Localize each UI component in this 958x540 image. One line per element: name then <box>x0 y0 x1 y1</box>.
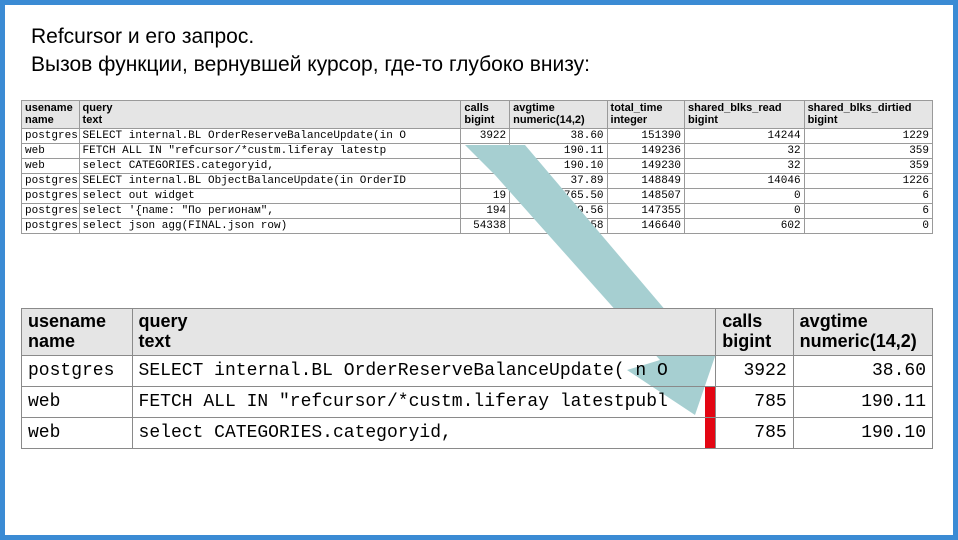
col-dirt: shared_blks_dirtiedbigint <box>804 100 932 128</box>
cell-read: 0 <box>685 203 805 218</box>
table-row: postgres SELECT internal.BL OrderReserve… <box>22 355 933 386</box>
heading-line-2: Вызов функции, вернувшей курсор, где-то … <box>31 53 590 76</box>
cell-usename: postgres <box>22 128 80 143</box>
cell-total: 146640 <box>607 218 684 233</box>
cell-dirt: 6 <box>804 188 932 203</box>
col-avgtime: avgtimenumeric(14,2) <box>793 308 932 355</box>
col-total: total_timeinteger <box>607 100 684 128</box>
cell-query: SELECT internal.BL OrderReserveBalanceUp… <box>79 128 461 143</box>
cell-query-text: select CATEGORIES.categoryid, <box>139 423 452 443</box>
table-row: web select CATEGORIES.categoryid, 785 19… <box>22 418 933 449</box>
cell-query: SELECT internal.BL ObjectBalanceUpdate(i… <box>79 173 461 188</box>
top-table-container: usenamename querytext callsbigint avgtim… <box>21 100 933 234</box>
cell-dirt: 1226 <box>804 173 932 188</box>
col-avgtime: avgtimenumeric(14,2) <box>510 100 607 128</box>
cell-usename: postgres <box>22 173 80 188</box>
table-row: web FETCH ALL IN "refcursor/*custm.lifer… <box>22 386 933 417</box>
cell-query: FETCH ALL IN "refcursor/*custm.liferay l… <box>79 143 461 158</box>
cell-calls: 785 <box>716 418 793 449</box>
cell-read: 32 <box>685 158 805 173</box>
cell-read: 14244 <box>685 128 805 143</box>
table-row: postgresSELECT internal.BL OrderReserveB… <box>22 128 933 143</box>
cell-read: 0 <box>685 188 805 203</box>
cell-dirt: 359 <box>804 158 932 173</box>
col-usename: usenamename <box>22 308 133 355</box>
cell-calls: 785 <box>716 386 793 417</box>
highlight-bar-icon <box>705 418 715 448</box>
cell-calls: 3922 <box>716 355 793 386</box>
cell-avgtime: 38.60 <box>793 355 932 386</box>
cell-total: 148849 <box>607 173 684 188</box>
cell-usename: web <box>22 386 133 417</box>
cell-total: 147355 <box>607 203 684 218</box>
cell-dirt: 1229 <box>804 128 932 143</box>
cell-avgtime: 0.58 <box>510 218 607 233</box>
cell-read: 14046 <box>685 173 805 188</box>
bottom-table-container: usenamename querytext callsbigint avgtim… <box>21 308 933 449</box>
table-header-row: usenamename querytext callsbigint avgtim… <box>22 308 933 355</box>
cell-dirt: 359 <box>804 143 932 158</box>
col-query: querytext <box>79 100 461 128</box>
col-calls: callsbigint <box>716 308 793 355</box>
slide-heading: Refcursor и его запрос. Вызов функции, в… <box>31 23 953 80</box>
cell-query-text: FETCH ALL IN "refcursor/*custm.liferay l… <box>139 392 668 412</box>
cell-avgtime: 37.89 <box>510 173 607 188</box>
cell-calls: 54338 <box>461 218 510 233</box>
cell-query: SELECT internal.BL OrderReserveBalanceUp… <box>132 355 716 386</box>
cell-avgtime: 765.50 <box>510 188 607 203</box>
cell-avgtime: 190.11 <box>510 143 607 158</box>
table-row: postgresselect json agg(FINAL.json row)5… <box>22 218 933 233</box>
cell-query: select CATEGORIES.categoryid, <box>132 418 716 449</box>
cell-usename: web <box>22 158 80 173</box>
cell-calls <box>461 173 510 188</box>
cell-usename: postgres <box>22 355 133 386</box>
table-row: postgresselect '{name: "По регионам",194… <box>22 203 933 218</box>
cell-total: 148507 <box>607 188 684 203</box>
cell-query: select json agg(FINAL.json row) <box>79 218 461 233</box>
cell-usename: postgres <box>22 188 80 203</box>
cell-read: 602 <box>685 218 805 233</box>
table-row: postgresselect out widget19765.501485070… <box>22 188 933 203</box>
highlight-bar-icon <box>705 387 715 417</box>
cell-total: 149236 <box>607 143 684 158</box>
cell-query: select out widget <box>79 188 461 203</box>
table-header-row: usenamename querytext callsbigint avgtim… <box>22 100 933 128</box>
cell-calls <box>461 158 510 173</box>
col-read: shared_blks_readbigint <box>685 100 805 128</box>
cell-query: select CATEGORIES.categoryid, <box>79 158 461 173</box>
cell-read: 32 <box>685 143 805 158</box>
cell-calls: 5 <box>461 143 510 158</box>
cell-usename: postgres <box>22 203 80 218</box>
cell-usename: web <box>22 143 80 158</box>
table-row: postgresSELECT internal.BL ObjectBalance… <box>22 173 933 188</box>
cell-usename: postgres <box>22 218 80 233</box>
cell-usename: web <box>22 418 133 449</box>
cell-calls: 19 <box>461 188 510 203</box>
cell-avgtime: 190.10 <box>793 418 932 449</box>
bottom-query-table: usenamename querytext callsbigint avgtim… <box>21 308 933 449</box>
cell-calls: 3922 <box>461 128 510 143</box>
cell-dirt: 0 <box>804 218 932 233</box>
cell-avgtime: 190.10 <box>510 158 607 173</box>
cell-avgtime: 759.56 <box>510 203 607 218</box>
cell-dirt: 6 <box>804 203 932 218</box>
col-usename: usenamename <box>22 100 80 128</box>
heading-line-1: Refcursor и его запрос. <box>31 25 254 48</box>
table-row: webFETCH ALL IN "refcursor/*custm.lifera… <box>22 143 933 158</box>
cell-avgtime: 190.11 <box>793 386 932 417</box>
cell-calls: 194 <box>461 203 510 218</box>
col-calls: callsbigint <box>461 100 510 128</box>
cell-total: 151390 <box>607 128 684 143</box>
top-query-table: usenamename querytext callsbigint avgtim… <box>21 100 933 234</box>
cell-avgtime: 38.60 <box>510 128 607 143</box>
cell-query: select '{name: "По регионам", <box>79 203 461 218</box>
cell-query: FETCH ALL IN "refcursor/*custm.liferay l… <box>132 386 716 417</box>
col-query: querytext <box>132 308 716 355</box>
cell-total: 149230 <box>607 158 684 173</box>
table-row: webselect CATEGORIES.categoryid, 190.1014… <box>22 158 933 173</box>
